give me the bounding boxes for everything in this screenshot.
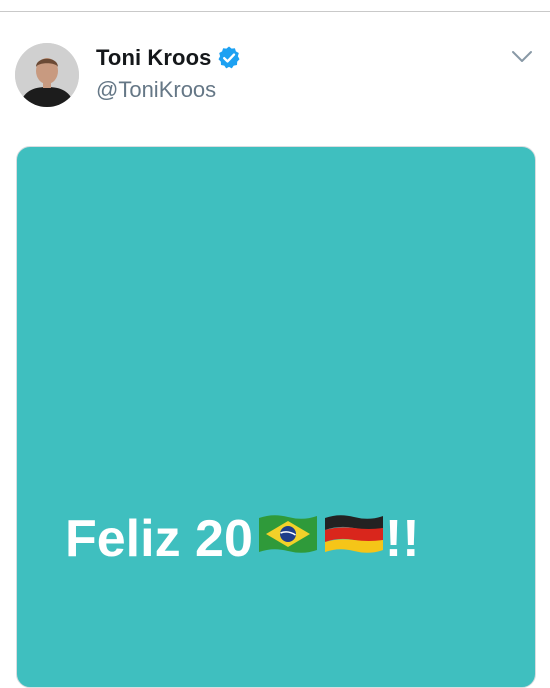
verified-badge-icon — [216, 45, 242, 71]
germany-flag-icon — [323, 512, 385, 565]
tweet-media-image[interactable]: Feliz 20 !! — [16, 146, 536, 688]
avatar-image — [15, 43, 79, 107]
media-text-before: Feliz 20 — [65, 509, 253, 568]
tweet-card: Toni Kroos @ToniKroos Feliz 20 !! — [0, 12, 550, 688]
media-caption: Feliz 20 !! — [65, 512, 420, 565]
media-text-after: !! — [384, 509, 420, 568]
author-name-row: Toni Kroos — [96, 45, 242, 71]
author-handle[interactable]: @ToniKroos — [96, 77, 216, 103]
brazil-flag-icon — [257, 512, 319, 565]
avatar[interactable] — [15, 43, 79, 107]
chevron-down-icon[interactable] — [510, 46, 534, 66]
display-name[interactable]: Toni Kroos — [96, 45, 211, 71]
